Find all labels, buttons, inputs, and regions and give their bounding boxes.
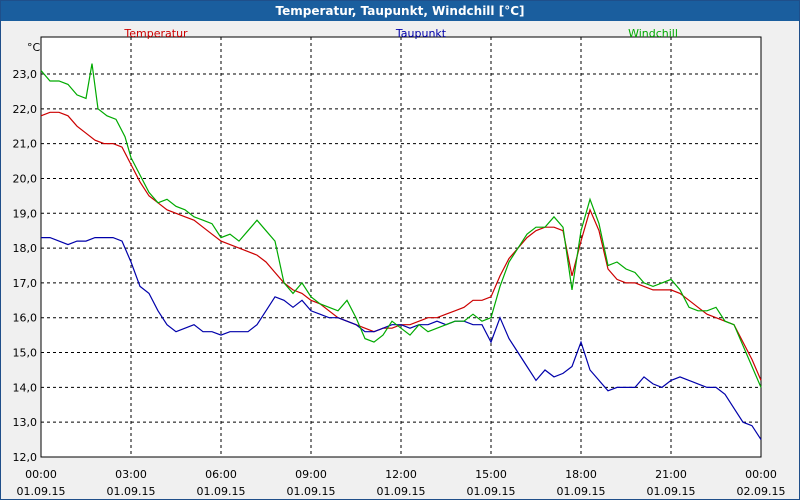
y-axis-unit-label: °C: [27, 41, 41, 54]
x-tick-date: 01.09.15: [197, 485, 246, 498]
x-tick-date: 01.09.15: [557, 485, 606, 498]
x-tick-date: 01.09.15: [17, 485, 66, 498]
x-tick-time: 18:00: [565, 468, 597, 481]
y-tick-label: 13,0: [13, 416, 38, 429]
x-tick-date: 01.09.15: [107, 485, 156, 498]
x-tick-date: 02.09.15: [737, 485, 786, 498]
line-chart: 12,0 13,0 14,0 15,0 16,0 17,0 18,0 19,0 20,0 21,0…: [13, 27, 786, 498]
window-title: Temperatur, Taupunkt, Windchill [°C]: [1, 1, 799, 21]
x-tick-time: 00:00: [25, 468, 57, 481]
y-tick-label: 17,0: [13, 277, 38, 290]
x-tick-date: 01.09.15: [647, 485, 696, 498]
legend-windchill: Windchill: [628, 27, 678, 40]
x-tick-time: 09:00: [295, 468, 327, 481]
x-tick-time: 06:00: [205, 468, 237, 481]
x-tick-date: 01.09.15: [377, 485, 426, 498]
legend-temperatur: Temperatur: [123, 27, 188, 40]
x-tick-time: 00:00: [745, 468, 777, 481]
x-tick-date: 01.09.15: [287, 485, 336, 498]
x-tick-time: 12:00: [385, 468, 417, 481]
chart-window: Temperatur, Taupunkt, Windchill [°C] 12,…: [0, 0, 800, 500]
y-tick-label: 18,0: [13, 242, 38, 255]
y-tick-label: 12,0: [13, 451, 38, 464]
legend-taupunkt: Taupunkt: [395, 27, 447, 40]
x-tick-time: 15:00: [475, 468, 507, 481]
y-tick-label: 14,0: [13, 381, 38, 394]
x-tick-time: 21:00: [655, 468, 687, 481]
x-tick-time: 03:00: [115, 468, 147, 481]
x-tick-date: 01.09.15: [467, 485, 516, 498]
y-tick-label: 23,0: [13, 68, 38, 81]
y-tick-label: 22,0: [13, 103, 38, 116]
y-tick-label: 19,0: [13, 207, 38, 220]
y-tick-label: 20,0: [13, 172, 38, 185]
y-tick-label: 15,0: [13, 347, 38, 360]
y-tick-label: 16,0: [13, 312, 38, 325]
y-tick-label: 21,0: [13, 138, 38, 151]
